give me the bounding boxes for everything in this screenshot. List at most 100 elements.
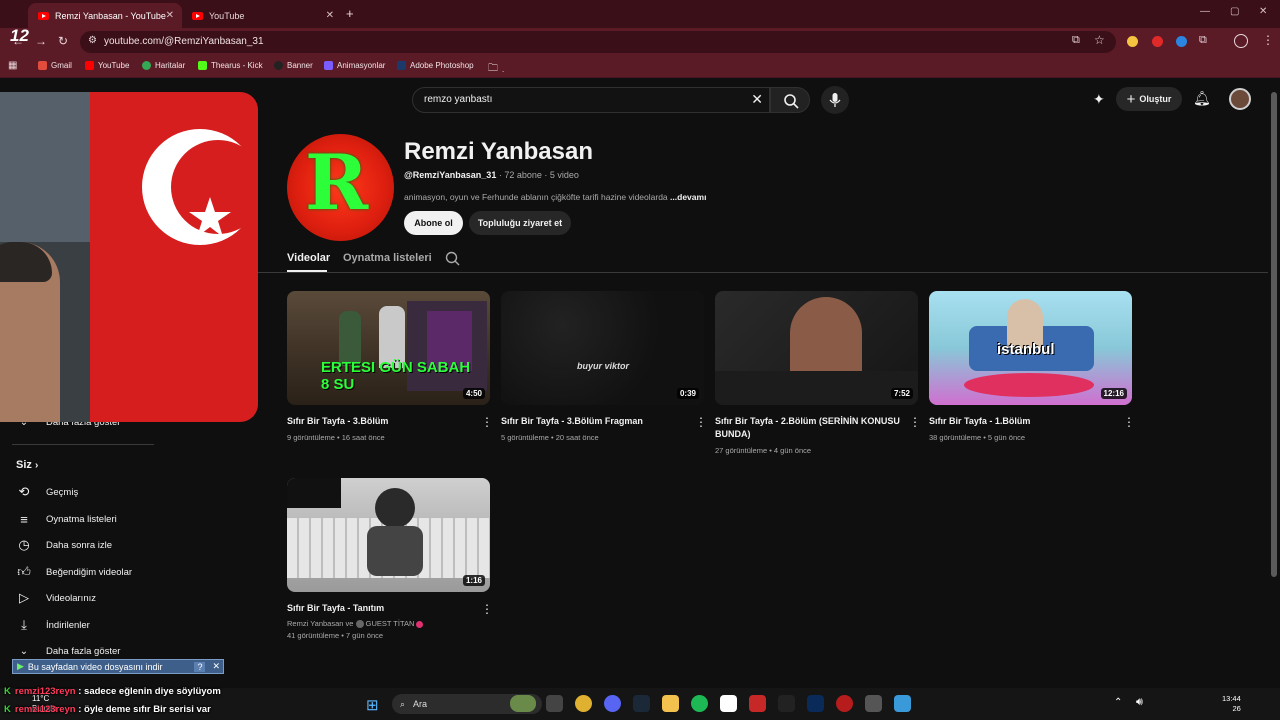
bookmark-gmail[interactable]: Gmail — [38, 61, 72, 70]
app-icon[interactable] — [749, 695, 766, 712]
close-tab-icon[interactable]: ✕ — [326, 10, 334, 21]
gemini-sparkle-icon[interactable]: ✦ — [1093, 91, 1105, 108]
extension-icon[interactable] — [1127, 36, 1138, 47]
tray-chevron-up-icon[interactable]: ⌃ — [1114, 697, 1122, 708]
apps-grid-icon[interactable]: ▦ — [8, 60, 17, 71]
sidebar-item-downloads[interactable]: ⤓ İndirilenler — [16, 615, 90, 635]
minimize-icon[interactable]: — — [1200, 6, 1210, 17]
app-icon[interactable] — [836, 695, 853, 712]
taskbar-widget-icon[interactable] — [510, 695, 536, 712]
bookmark-kick[interactable]: Thearus - Kick — [198, 61, 263, 70]
video-title[interactable]: Sıfır Bir Tayfa - 2.Bölüm (SERİNİN KONUS… — [715, 415, 900, 441]
new-tab-button[interactable]: + — [346, 6, 354, 21]
video-title[interactable]: Sıfır Bir Tayfa - Tanıtım — [287, 602, 472, 615]
video-card[interactable]: ERTESI GÜN SABAH 8 SU 4:50 Sıfır Bir Tay… — [287, 291, 493, 442]
video-title[interactable]: Sıfır Bir Tayfa - 1.Bölüm — [929, 415, 1114, 428]
video-thumbnail[interactable]: 1:16 — [287, 478, 490, 592]
bookmark-star-icon[interactable]: ☆ — [1094, 33, 1105, 47]
notifications-bell-icon[interactable]: 🔔︎ — [1193, 90, 1211, 107]
video-title[interactable]: Sıfır Bir Tayfa - 3.Bölüm — [287, 415, 472, 428]
taskbar-clock[interactable]: 13:44 26 — [1222, 694, 1241, 714]
video-thumbnail[interactable]: 7:52 — [715, 291, 918, 405]
bookmark-folder[interactable]: 🗀. — [488, 61, 504, 78]
video-card[interactable]: buyur viktor 0:39 Sıfır Bir Tayfa - 3.Bö… — [501, 291, 707, 442]
address-bar[interactable]: ⚙ youtube.com/@RemziYanbasan_31 ⧉ ☆ — [80, 31, 1116, 53]
search-button[interactable] — [770, 87, 810, 113]
start-button[interactable]: ⊞ — [366, 696, 379, 714]
visit-community-button[interactable]: Topluluğu ziyaret et — [469, 211, 571, 235]
close-icon[interactable]: ✕ — [209, 661, 223, 672]
app-icon[interactable] — [894, 695, 911, 712]
avatar[interactable] — [1229, 88, 1251, 110]
maps-icon — [142, 61, 151, 70]
tab-videos[interactable]: Videolar — [287, 252, 330, 264]
photoshop-icon[interactable] — [807, 695, 824, 712]
video-thumbnail[interactable]: ERTESI GÜN SABAH 8 SU 4:50 — [287, 291, 490, 405]
volume-icon[interactable]: 🔊︎ — [1136, 696, 1143, 709]
video-thumbnail[interactable]: buyur viktor 0:39 — [501, 291, 704, 405]
forward-icon[interactable]: → — [35, 34, 47, 48]
video-options-icon[interactable]: ⋮ — [1123, 416, 1135, 428]
video-title[interactable]: Sıfır Bir Tayfa - 3.Bölüm Fragman — [501, 415, 686, 428]
sidebar-item-your-videos[interactable]: ▷ Videolarınız — [16, 588, 96, 608]
voice-search-button[interactable] — [821, 86, 849, 114]
capcut-icon[interactable] — [720, 695, 737, 712]
download-video-bar[interactable]: ▶ Bu sayfadan video dosyasını indir ? ✕ — [12, 659, 224, 674]
tab-youtube[interactable]: YouTube ✕ — [182, 3, 342, 28]
page-scrollbar[interactable] — [1271, 92, 1277, 577]
discord-icon[interactable] — [604, 695, 621, 712]
tab-remzi-yanbasan[interactable]: Remzi Yanbasan - YouTube ✕ — [28, 3, 182, 28]
epic-games-icon[interactable] — [778, 695, 795, 712]
bookmark-banner[interactable]: Banner — [274, 61, 313, 70]
sidebar-item-history[interactable]: ⟲ Geçmiş — [16, 482, 79, 502]
more-link[interactable]: ...devamı — [670, 192, 706, 202]
video-card[interactable]: istanbul 12:16 Sıfır Bir Tayfa - 1.Bölüm… — [929, 291, 1135, 442]
maximize-icon[interactable]: ▢ — [1230, 6, 1239, 17]
video-options-icon[interactable]: ⋮ — [481, 416, 493, 428]
bookmark-maps[interactable]: Haritalar — [142, 61, 185, 70]
tab-playlists[interactable]: Oynatma listeleri — [343, 252, 432, 264]
video-card[interactable]: 1:16 Sıfır Bir Tayfa - Tanıtım Remzi Yan… — [287, 478, 493, 640]
bookmark-animasyonlar[interactable]: Animasyonlar — [324, 61, 385, 70]
help-icon[interactable]: ? — [194, 661, 206, 672]
sidebar-item-liked[interactable]: 👍︎ Beğendiğim videolar — [16, 562, 132, 582]
video-options-icon[interactable]: ⋮ — [481, 603, 493, 615]
video-options-icon[interactable]: ⋮ — [695, 416, 707, 428]
channel-description[interactable]: animasyon, oyun ve Ferhunde ablanın çiğk… — [404, 192, 706, 202]
chrome-icon[interactable] — [575, 695, 592, 712]
close-window-icon[interactable]: ✕ — [1259, 6, 1267, 17]
thumb-rug — [964, 373, 1094, 397]
reload-icon[interactable]: ↻ — [58, 34, 68, 48]
subscriber-count: 72 abone — [504, 170, 542, 180]
profile-icon[interactable] — [1234, 34, 1248, 48]
sidebar-item-show-more[interactable]: ⌄ Daha fazla göster — [16, 641, 121, 661]
cast-icon[interactable]: ⧉ — [1072, 34, 1080, 47]
video-thumbnail[interactable]: istanbul 12:16 — [929, 291, 1132, 405]
obs-icon[interactable] — [865, 695, 882, 712]
video-authors[interactable]: Remzi Yanbasan ve GUEST TİTAN — [287, 619, 424, 629]
extensions-puzzle-icon[interactable]: ⧉ — [1199, 34, 1207, 47]
clear-search-icon[interactable]: ✕ — [751, 91, 763, 108]
sidebar-item-watch-later[interactable]: ◷ Daha sonra izle — [16, 535, 112, 555]
bookmark-youtube[interactable]: YouTube — [85, 61, 129, 70]
channel-avatar: R — [287, 134, 394, 241]
subscribe-button[interactable]: Abone ol — [404, 211, 463, 235]
channel-search-icon[interactable] — [444, 250, 462, 273]
video-card[interactable]: 7:52 Sıfır Bir Tayfa - 2.Bölüm (SERİNİN … — [715, 291, 921, 455]
file-explorer-icon[interactable] — [662, 695, 679, 712]
task-view-icon[interactable] — [546, 695, 563, 712]
extension-icon[interactable] — [1176, 36, 1187, 47]
menu-dots-icon[interactable]: ⋮ — [1262, 33, 1274, 47]
search-input[interactable]: remzo yanbastı ✕ — [412, 87, 770, 113]
extension-icon[interactable] — [1152, 36, 1163, 47]
spotify-icon[interactable] — [691, 695, 708, 712]
webcam-background — [0, 92, 90, 242]
create-button[interactable]: + Oluştur — [1116, 87, 1182, 111]
steam-icon[interactable] — [633, 695, 650, 712]
close-tab-icon[interactable]: ✕ — [166, 10, 174, 21]
bookmark-photoshop[interactable]: Adobe Photoshop — [397, 61, 474, 70]
site-info-icon[interactable]: ⚙ — [88, 35, 97, 46]
video-options-icon[interactable]: ⋮ — [909, 416, 921, 428]
sidebar-item-playlists[interactable]: ≡ Oynatma listeleri — [16, 509, 117, 529]
sidebar-section-you[interactable]: Siz › — [16, 459, 38, 471]
